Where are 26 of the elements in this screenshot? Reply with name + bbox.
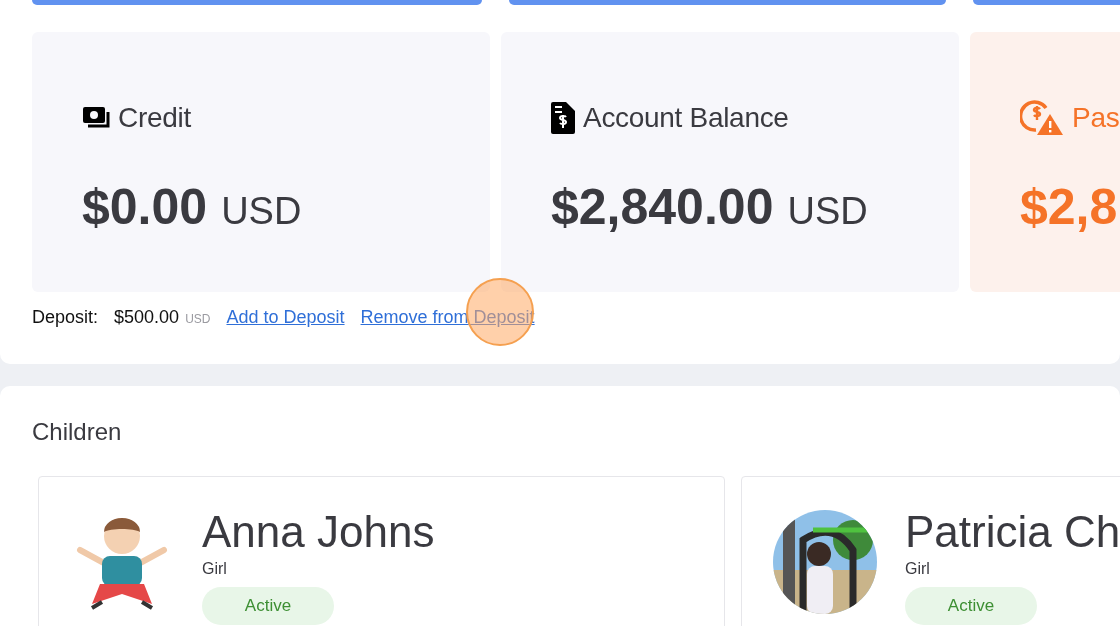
amount: $2,8 [1020,179,1118,235]
deposit-link[interactable]: Add to Deposit [226,305,345,329]
tab-button[interactable] [32,0,482,5]
child-name: Anna Johns [202,509,435,555]
currency: USD [221,190,302,233]
amount: $0.00 [82,179,208,235]
status-badge: Active [202,587,334,625]
tab-button[interactable] [509,0,946,5]
tab-button[interactable] [973,0,1120,5]
currency: USD [787,190,868,233]
card-title: Account Balance [583,101,789,135]
deposit-label: Deposit: [32,306,99,329]
invoice-dollar-icon [551,102,575,134]
child-gender: Girl [905,559,931,579]
currency: USD [185,311,211,328]
section-title: Children [32,418,123,446]
card-title: Pas [1072,101,1120,135]
status-badge: Active [905,587,1037,625]
dollar-warning-icon [1020,100,1064,136]
child-name: Patricia Ch [905,509,1120,555]
card-title: Credit [118,101,191,135]
child-gender: Girl [202,559,228,579]
deposit-link[interactable]: Remove from Deposit [360,305,535,329]
deposit-amount: $500.00 [114,306,180,329]
cash-icon [82,106,110,130]
amount: $2,840.00 [551,179,774,235]
